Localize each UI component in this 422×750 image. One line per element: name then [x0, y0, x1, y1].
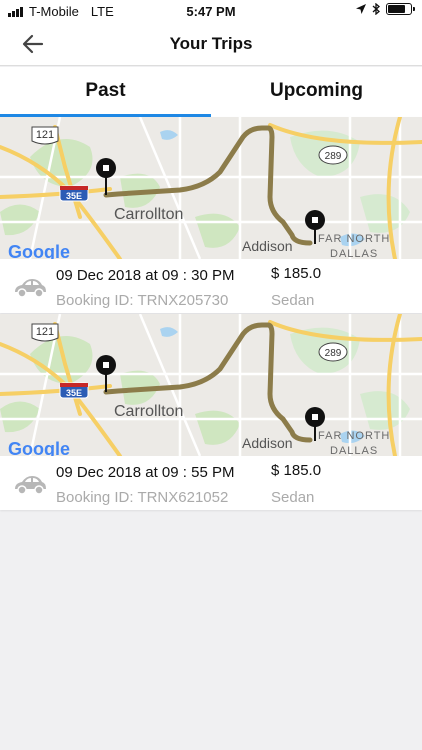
svg-text:Google: Google: [8, 439, 70, 456]
trip-details: 09 Dec 2018 at 09 : 55 PM Booking ID: TR…: [0, 456, 422, 510]
trip-card[interactable]: 121 35E 289 Carrollton Addison FAR NORTH…: [0, 117, 422, 313]
trip-booking-id: Booking ID: TRNX205730: [56, 292, 229, 309]
tab-upcoming[interactable]: Upcoming: [211, 67, 422, 117]
page-title: Your Trips: [169, 34, 253, 53]
route-map: 121 35E 289 Carrollton Addison FAR NORTH…: [0, 117, 422, 259]
trip-price: $ 185.0: [271, 265, 322, 282]
svg-text:DALLAS: DALLAS: [330, 248, 378, 259]
trip-tabs: Past Upcoming: [0, 67, 422, 117]
svg-text:121: 121: [36, 326, 54, 338]
svg-text:Google: Google: [8, 242, 70, 259]
trip-vehicle-type: Sedan: [271, 292, 315, 309]
svg-text:121: 121: [36, 129, 54, 141]
svg-text:289: 289: [325, 151, 342, 162]
trip-vehicle-type: Sedan: [271, 489, 315, 506]
location-arrow-icon: [356, 4, 366, 14]
svg-text:FAR NORTH: FAR NORTH: [318, 430, 390, 442]
svg-text:Carrollton: Carrollton: [114, 403, 183, 420]
battery-icon: [386, 3, 415, 15]
svg-text:FAR NORTH: FAR NORTH: [318, 233, 390, 245]
highway-35e-shield: 35E: [59, 382, 89, 399]
svg-text:35E: 35E: [66, 388, 82, 398]
highway-289-shield: 289: [318, 342, 348, 362]
trip-datetime: 09 Dec 2018 at 09 : 55 PM: [56, 464, 235, 481]
highway-35e-shield: 35E: [59, 185, 89, 202]
route-map: 121 35E 289 Carrollton Addison FAR NORTH…: [0, 314, 422, 456]
svg-text:289: 289: [325, 348, 342, 359]
svg-text:35E: 35E: [66, 191, 82, 201]
car-icon: [15, 279, 46, 298]
highway-121-shield: 121: [31, 323, 59, 342]
svg-text:Carrollton: Carrollton: [114, 206, 183, 223]
svg-text:Addison: Addison: [242, 435, 293, 451]
navigation-bar: Your Trips: [0, 22, 422, 66]
trip-price: $ 185.0: [271, 462, 322, 479]
highway-121-shield: 121: [31, 126, 59, 145]
status-bar: T-Mobile LTE 5:47 PM: [0, 0, 422, 22]
trip-booking-id: Booking ID: TRNX621052: [56, 489, 229, 506]
tab-past[interactable]: Past: [0, 67, 211, 117]
car-icon: [15, 476, 46, 495]
trip-datetime: 09 Dec 2018 at 09 : 30 PM: [56, 267, 235, 284]
arrow-left-icon[interactable]: [18, 30, 48, 58]
trip-details: 09 Dec 2018 at 09 : 30 PM Booking ID: TR…: [0, 259, 422, 313]
trip-card[interactable]: 121 35E 289 Carrollton Addison FAR NORTH…: [0, 314, 422, 510]
bluetooth-icon: [372, 3, 380, 15]
svg-text:DALLAS: DALLAS: [330, 445, 378, 456]
svg-text:Addison: Addison: [242, 238, 293, 254]
highway-289-shield: 289: [318, 145, 348, 165]
